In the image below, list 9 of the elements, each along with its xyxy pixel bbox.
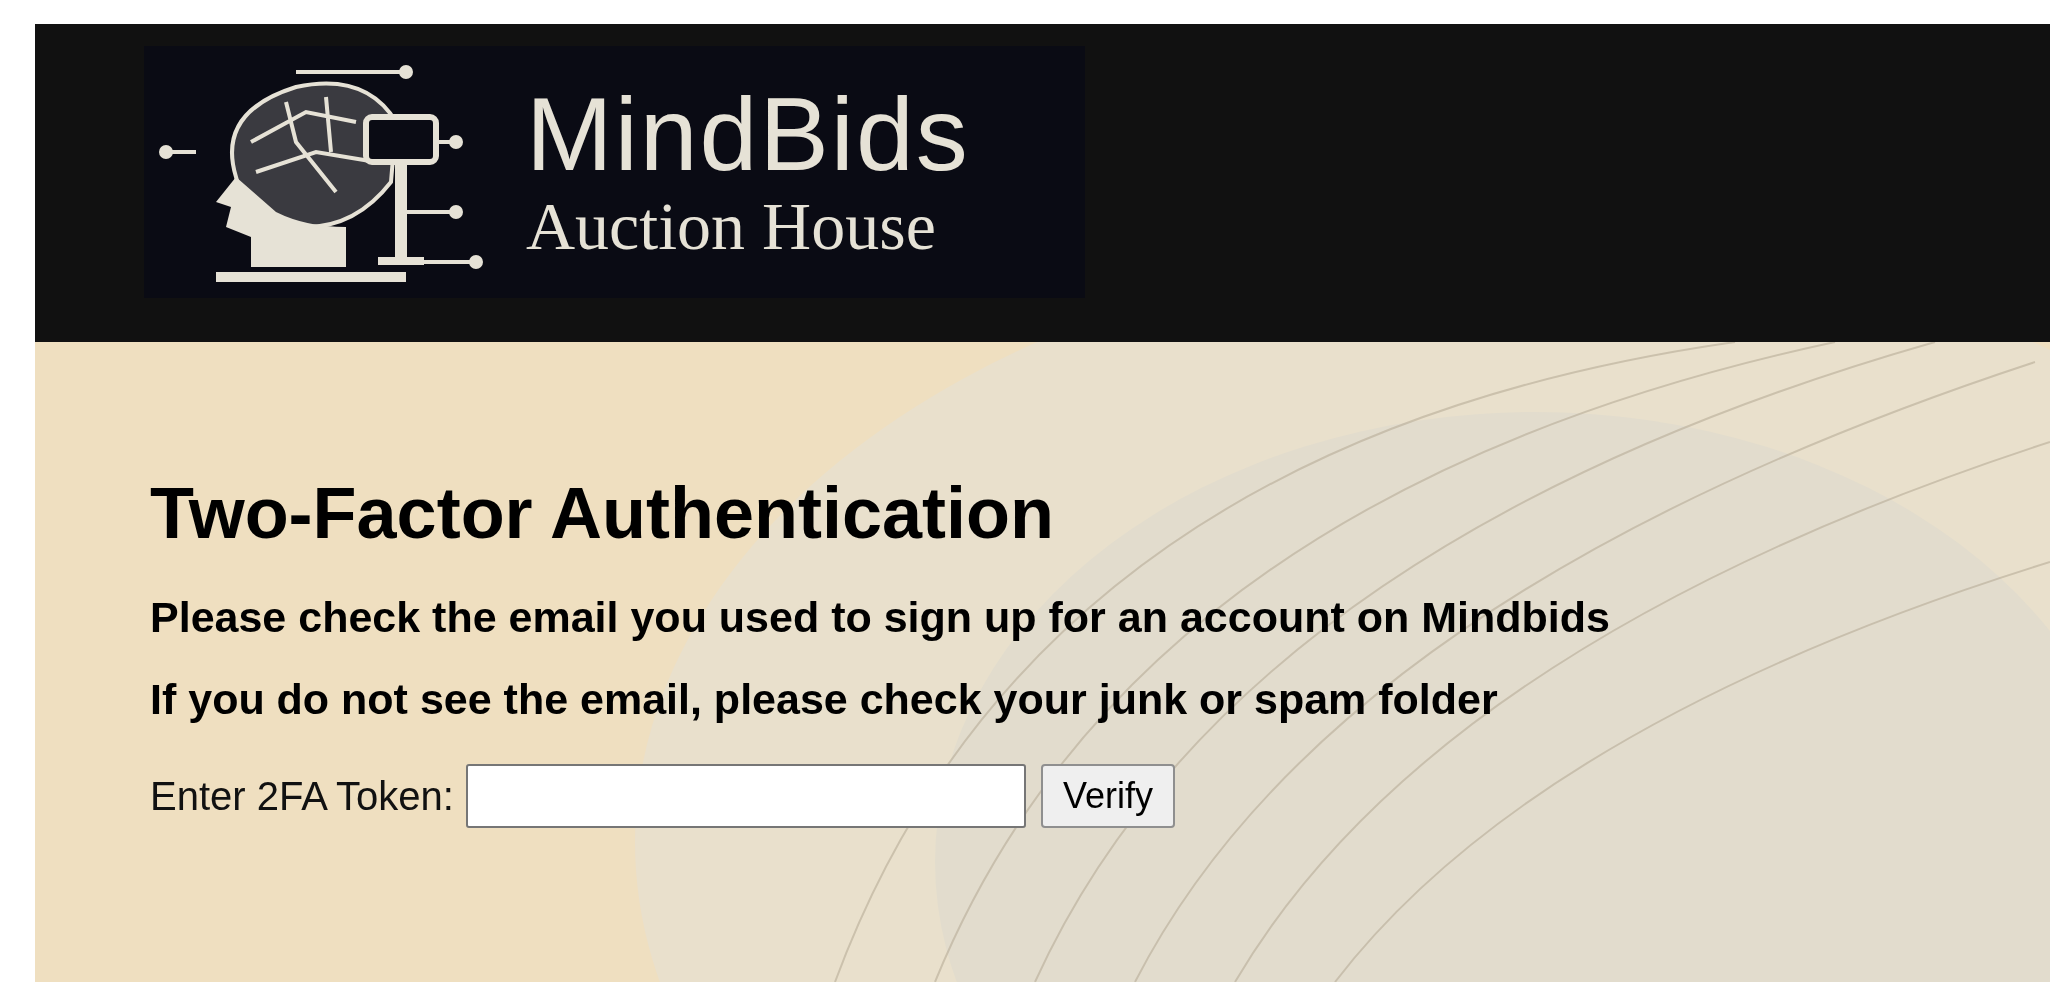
- page-heading: Two-Factor Authentication: [150, 472, 1055, 555]
- logo-title: MindBids: [526, 80, 970, 190]
- token-label: Enter 2FA Token:: [150, 772, 454, 820]
- verify-button[interactable]: Verify: [1040, 763, 1175, 828]
- logo[interactable]: MindBids Auction House: [144, 46, 1085, 298]
- logo-subtitle: Auction House: [526, 189, 937, 264]
- instruction-text: Please check the email you used to sign up for an account on Mindbids: [150, 592, 1611, 644]
- instruction-text: If you do not see the email, please check your junk or spam folder: [150, 674, 1499, 725]
- token-input-field[interactable]: [465, 763, 1026, 828]
